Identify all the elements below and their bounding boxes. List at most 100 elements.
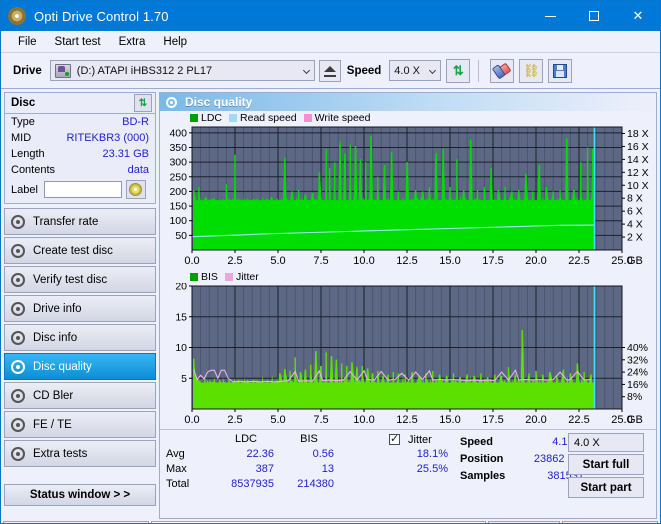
svg-text:18 X: 18 X: [627, 128, 649, 140]
minimize-button[interactable]: [528, 1, 572, 31]
legend-label: Write speed: [314, 111, 371, 124]
disc-icon: [129, 183, 143, 196]
svg-text:12.5: 12.5: [396, 414, 417, 426]
main-panel: Disc quality LDC Read speed Write speed …: [159, 89, 660, 519]
svg-text:100: 100: [169, 215, 187, 227]
sidebar-item-label: Disc quality: [33, 360, 92, 373]
sidebar-item-label: Create test disc: [33, 244, 113, 257]
status-window-button[interactable]: Status window > >: [4, 484, 156, 506]
disc-key: MID: [11, 132, 32, 144]
svg-text:12 X: 12 X: [627, 167, 649, 179]
label-input[interactable]: [43, 181, 122, 198]
disc-icon: [11, 301, 25, 316]
body: Disc ⇅ Type BD-R MID RITEKBR3 (000) Leng…: [1, 89, 660, 519]
disc-row-contents: Contents data: [5, 162, 155, 178]
stats-row-label-avg: Avg: [166, 448, 185, 460]
disc-row-label: Label: [5, 178, 155, 203]
menu-help[interactable]: Help: [154, 33, 196, 51]
disc-panel-title: Disc: [11, 97, 36, 109]
label-disc-button[interactable]: [125, 180, 146, 199]
disc-icon: [11, 388, 25, 403]
stats-header-bis: BIS: [300, 433, 318, 445]
jitter-checkbox[interactable]: [389, 432, 400, 445]
sidebar: Disc ⇅ Type BD-R MID RITEKBR3 (000) Leng…: [1, 89, 159, 519]
close-icon: ✕: [632, 8, 644, 23]
svg-text:150: 150: [169, 201, 187, 213]
svg-text:2.5: 2.5: [227, 255, 242, 267]
svg-text:2.5: 2.5: [227, 414, 242, 426]
drive-icon: [54, 64, 71, 78]
eject-button[interactable]: [318, 59, 341, 82]
menu-start-test[interactable]: Start test: [46, 33, 110, 51]
svg-text:8 X: 8 X: [627, 193, 643, 205]
speed-select[interactable]: 4.0 X: [389, 60, 442, 81]
refresh-button[interactable]: ⇅: [446, 58, 471, 83]
sidebar-item-disc-info[interactable]: Disc info: [4, 324, 156, 351]
stats-bis-max: 13: [321, 463, 334, 475]
sidebar-item-transfer-rate[interactable]: Transfer rate: [4, 208, 156, 235]
svg-text:5.0: 5.0: [270, 414, 285, 426]
disc-refresh-button[interactable]: ⇅: [134, 94, 152, 112]
bis-chart-svg: 5 10 15 20 8%16%24%32%40% 0.0 2.5 5.0 7.5 10.0 12.…: [175, 283, 648, 426]
sidebar-item-drive-info[interactable]: Drive info: [4, 295, 156, 322]
test-speed-select[interactable]: 4.0 X: [568, 433, 644, 452]
svg-text:20.0: 20.0: [525, 255, 546, 267]
close-button[interactable]: ✕: [616, 1, 660, 31]
legend-swatch: [190, 272, 198, 281]
legend-entry-read-speed: Read speed: [229, 112, 297, 124]
stats-ldc-total: 8537935: [231, 478, 274, 490]
svg-text:50: 50: [175, 230, 187, 242]
svg-text:15: 15: [175, 311, 187, 323]
svg-text:12.5: 12.5: [396, 255, 417, 267]
bis-chart: BIS Jitter 5 10 15 20 8% 16% 24% 32% 40% 0.0 2.5 5.…: [160, 270, 656, 429]
app-logo-icon: [8, 7, 26, 25]
menu-extra[interactable]: Extra: [110, 33, 155, 51]
start-full-button[interactable]: Start full: [568, 454, 644, 475]
svg-text:5: 5: [181, 373, 187, 385]
menu-bar: File Start test Extra Help: [1, 31, 660, 53]
plug-button[interactable]: ⛓: [519, 58, 544, 83]
start-part-button[interactable]: Start part: [568, 477, 644, 498]
eject-icon-bar: [323, 74, 336, 77]
sidebar-item-label: FE / TE: [33, 418, 72, 431]
svg-text:5.0: 5.0: [270, 255, 285, 267]
drive-select[interactable]: (D:) ATAPI iHBS312 2 PL17: [49, 60, 315, 81]
svg-text:20.0: 20.0: [525, 414, 546, 426]
sidebar-nav: Transfer rate Create test disc Verify te…: [4, 208, 156, 467]
maximize-icon: [589, 11, 599, 21]
disc-icon: [11, 417, 25, 432]
maximize-button[interactable]: [572, 1, 616, 31]
disc-icon: [11, 330, 25, 345]
svg-text:GB: GB: [627, 414, 643, 426]
label-key: Label: [11, 183, 38, 196]
svg-text:16 X: 16 X: [627, 141, 649, 153]
sidebar-item-cd-bler[interactable]: CD Bler: [4, 382, 156, 409]
chevron-down-icon: [302, 66, 310, 74]
disc-panel: Disc ⇅ Type BD-R MID RITEKBR3 (000) Leng…: [4, 92, 156, 204]
svg-text:22.5: 22.5: [568, 414, 589, 426]
speed-label: Speed: [346, 64, 382, 77]
erase-button[interactable]: [490, 58, 515, 83]
svg-text:40%: 40%: [627, 342, 648, 354]
stats-ldc-avg: 22.36: [246, 448, 274, 460]
sidebar-item-fe-te[interactable]: FE / TE: [4, 411, 156, 438]
svg-text:15.0: 15.0: [439, 414, 460, 426]
menu-file[interactable]: File: [9, 33, 46, 51]
legend-swatch: [229, 113, 238, 122]
stats-jitter-max: 25.5%: [416, 463, 448, 475]
sidebar-item-verify-test-disc[interactable]: Verify test disc: [4, 266, 156, 293]
svg-text:250: 250: [169, 171, 187, 183]
sidebar-item-create-test-disc[interactable]: Create test disc: [4, 237, 156, 264]
disc-icon: [11, 446, 25, 461]
sidebar-item-disc-quality[interactable]: Disc quality: [4, 353, 156, 380]
progress-bar: [151, 520, 486, 523]
disc-icon: [11, 214, 25, 229]
svg-text:7.5: 7.5: [313, 414, 328, 426]
minimize-icon: [544, 15, 556, 17]
svg-text:17.5: 17.5: [482, 414, 503, 426]
sidebar-item-extra-tests[interactable]: Extra tests: [4, 440, 156, 467]
ldc-chart-legend: LDC Read speed Write speed: [160, 111, 656, 124]
save-button[interactable]: [548, 58, 573, 83]
title-bar: Opti Drive Control 1.70 ✕: [1, 1, 660, 31]
disc-icon: [11, 359, 25, 374]
